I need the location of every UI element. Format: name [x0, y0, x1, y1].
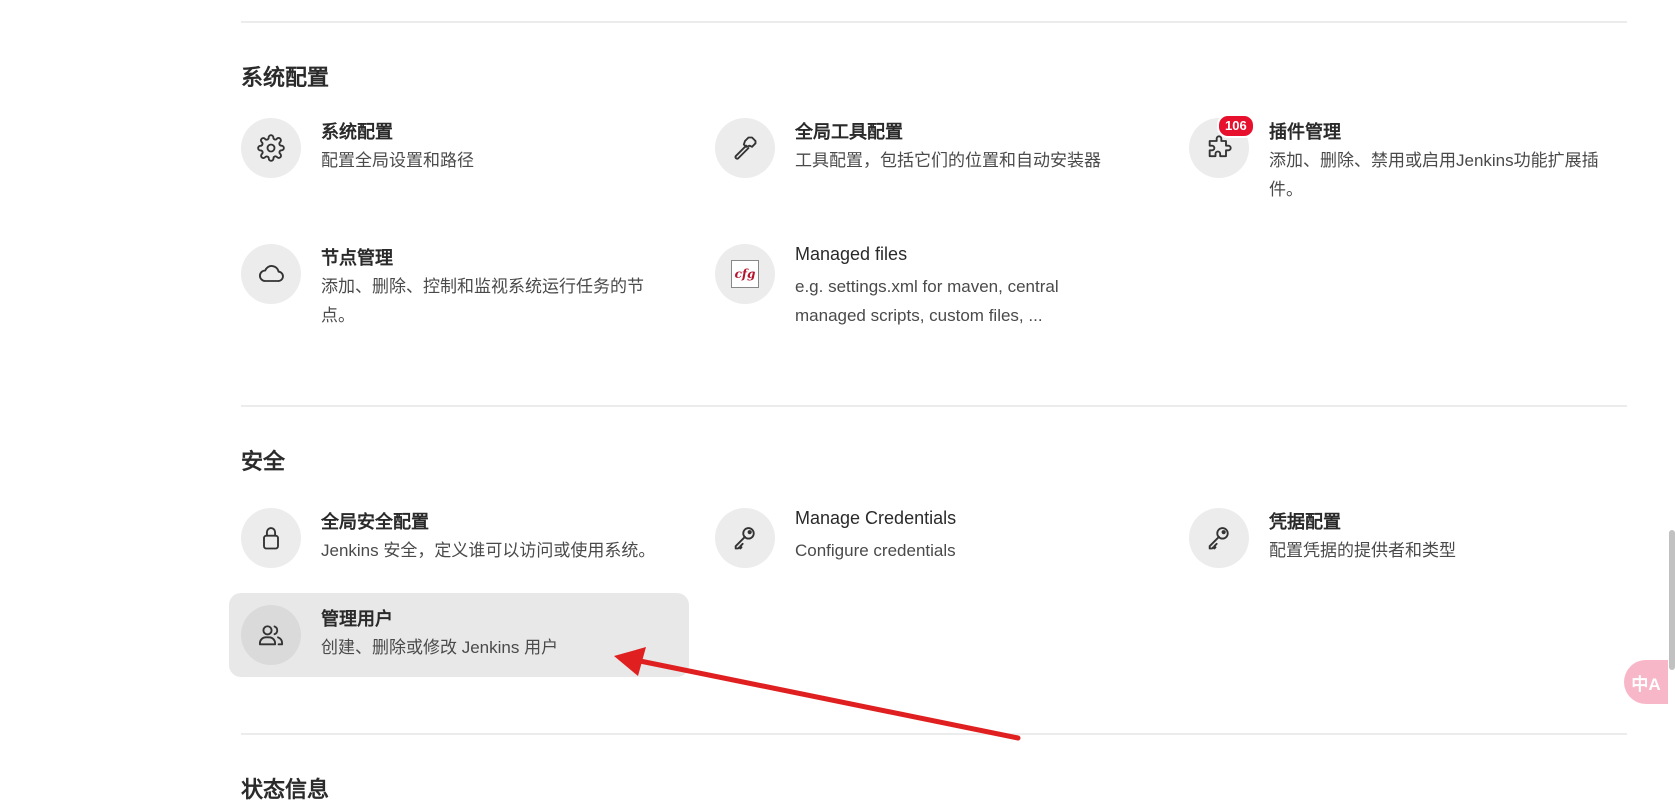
item-description: 创建、删除或修改 Jenkins 用户	[321, 638, 559, 657]
cfg-file-icon: cfg	[715, 244, 775, 304]
item-manage-credentials[interactable]: Manage Credentials Configure credentials	[703, 496, 1163, 580]
divider	[241, 405, 1627, 407]
key-icon	[1189, 508, 1249, 568]
item-description: 配置凭据的提供者和类型	[1269, 541, 1456, 560]
item-title: Managed files	[795, 244, 908, 264]
section-title-status: 状态信息	[241, 777, 330, 802]
item-manage-users[interactable]: 管理用户 创建、删除或修改 Jenkins 用户	[229, 593, 689, 677]
item-title: 全局安全配置	[321, 512, 429, 532]
translate-button[interactable]: 中A	[1624, 660, 1668, 704]
lock-icon	[241, 508, 301, 568]
item-global-security[interactable]: 全局安全配置 Jenkins 安全，定义谁可以访问或使用系统。	[229, 496, 689, 580]
cloud-icon	[241, 244, 301, 304]
item-description: 添加、删除、控制和监视系统运行任务的节点。	[321, 277, 644, 325]
item-credential-config[interactable]: 凭据配置 配置凭据的提供者和类型	[1177, 496, 1637, 580]
cfg-file-label: cfg	[731, 260, 759, 288]
item-description: Configure credentials	[795, 541, 956, 560]
divider	[241, 21, 1627, 23]
item-title: 凭据配置	[1269, 512, 1341, 532]
item-title: Manage Credentials	[795, 508, 957, 528]
key-icon	[715, 508, 775, 568]
item-managed-files[interactable]: cfg Managed files e.g. settings.xml for …	[703, 232, 1163, 325]
item-title: 节点管理	[321, 248, 393, 268]
item-system-config[interactable]: 系统配置 配置全局设置和路径	[229, 106, 689, 190]
section-title-system: 系统配置	[241, 65, 330, 90]
item-description: Jenkins 安全，定义谁可以访问或使用系统。	[321, 541, 656, 560]
section-title-security: 安全	[241, 449, 286, 474]
item-title: 系统配置	[321, 122, 393, 142]
translate-icon: 中A	[1631, 674, 1661, 694]
divider	[241, 733, 1627, 735]
item-node-manager[interactable]: 节点管理 添加、删除、控制和监视系统运行任务的节点。	[229, 232, 689, 325]
plugin-update-badge: 106	[1217, 114, 1255, 138]
item-global-tool-config[interactable]: 全局工具配置 工具配置，包括它们的位置和自动安装器	[703, 106, 1163, 190]
item-description: 工具配置，包括它们的位置和自动安装器	[795, 151, 1101, 170]
gear-icon	[241, 118, 301, 178]
scrollbar-thumb[interactable]	[1669, 530, 1675, 670]
item-title: 管理用户	[321, 609, 393, 629]
item-title: 全局工具配置	[795, 122, 903, 142]
item-description: 添加、删除、禁用或启用Jenkins功能扩展插件。	[1269, 151, 1599, 199]
item-description: e.g. settings.xml for maven, central man…	[795, 277, 1059, 325]
hammer-icon	[715, 118, 775, 178]
users-icon	[241, 605, 301, 665]
item-description: 配置全局设置和路径	[321, 151, 474, 170]
item-plugin-manager[interactable]: 106 插件管理 添加、删除、禁用或启用Jenkins功能扩展插件。	[1177, 106, 1637, 199]
item-title: 插件管理	[1269, 122, 1341, 142]
